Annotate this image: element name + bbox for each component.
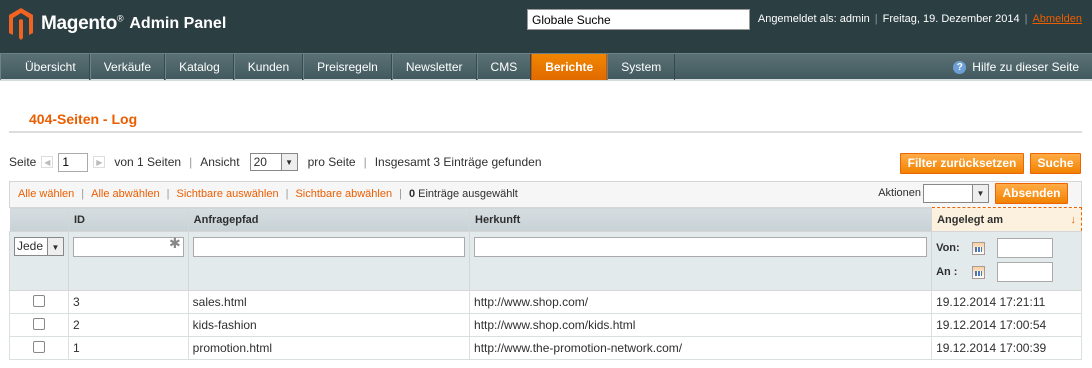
per-page-select[interactable]: 20 ▼	[249, 153, 298, 171]
header-user-info: Angemeldet als: admin | Freitag, 19. Dezem…	[757, 13, 1082, 25]
unselect-visible-link[interactable]: Sichtbare abwählen	[295, 188, 392, 200]
table-row[interactable]: 3 sales.html http://www.shop.com/ 19.12.…	[9, 290, 1082, 314]
row-created: 19.12.2014 17:00:39	[931, 336, 1082, 360]
row-checkbox[interactable]	[33, 340, 45, 353]
path-filter-input[interactable]	[192, 237, 466, 257]
logged-in-label: Angemeldet als: admin	[757, 13, 870, 25]
pager: Seite ◀ ▶ von 1 Seiten | Ansicht 20 ▼ pro…	[9, 152, 869, 172]
massaction-filter-select[interactable]: Jede ▼	[14, 237, 64, 256]
magento-logo[interactable]: Magento® Admin Panel	[9, 8, 226, 40]
page-title: 404-Seiten - Log	[29, 111, 138, 127]
help-icon: ?	[953, 60, 967, 74]
magento-logo-icon	[9, 8, 33, 40]
title-divider	[9, 131, 1082, 133]
global-search-input[interactable]	[527, 9, 750, 30]
help-link[interactable]: ? Hilfe zu dieser Seite	[953, 54, 1079, 80]
reset-filter-button[interactable]: Filter zurücksetzen	[900, 153, 1024, 174]
nav-item-reports[interactable]: Berichte	[531, 54, 608, 80]
column-header-path[interactable]: Anfragepfad	[187, 207, 471, 232]
calendar-icon[interactable]	[972, 241, 986, 255]
logo-subtitle: Admin Panel	[129, 15, 227, 32]
nav-item-customers[interactable]: Kunden	[233, 54, 304, 80]
total-records: Insgesamt 3 Einträge gefunden	[374, 155, 542, 169]
date-from-input[interactable]	[997, 238, 1054, 258]
column-header-checkbox	[9, 207, 69, 232]
logout-link[interactable]: Abmelden	[1032, 13, 1082, 25]
row-id: 1	[68, 336, 189, 360]
nav-item-newsletter[interactable]: Newsletter	[391, 54, 477, 80]
asterisk-icon: ✱	[168, 235, 181, 251]
search-button[interactable]: Suche	[1030, 153, 1081, 174]
page-label: Seite	[9, 155, 37, 169]
unselect-all-link[interactable]: Alle abwählen	[91, 188, 160, 200]
row-path: kids-fashion	[187, 313, 471, 337]
page-count: von 1 Seiten	[114, 155, 182, 169]
date-from-label: Von:	[936, 242, 960, 254]
help-label: Hilfe zu dieser Seite	[972, 60, 1079, 74]
chevron-down-icon: ▼	[280, 154, 297, 170]
filter-row: Jede ▼ ✱ Von: An :	[9, 231, 1082, 291]
logo-text: Magento®	[41, 13, 124, 34]
actions-select[interactable]: ▼	[923, 184, 989, 203]
nav-item-sales[interactable]: Verkäufe	[89, 54, 166, 80]
row-referer: http://www.the-promotion-network.com/	[469, 336, 933, 360]
view-label: Ansicht	[200, 155, 240, 169]
nav-item-catalog[interactable]: Katalog	[165, 54, 234, 80]
column-header-created[interactable]: Angelegt am ↓	[931, 207, 1082, 232]
selected-count: 0 Einträge ausgewählt	[408, 188, 518, 200]
row-referer: http://www.shop.com/	[469, 290, 933, 314]
column-header-referer[interactable]: Herkunft	[469, 207, 933, 232]
row-checkbox[interactable]	[33, 317, 45, 330]
prev-page-icon[interactable]: ◀	[41, 156, 54, 168]
column-header-id[interactable]: ID	[68, 207, 189, 232]
actions-label: Aktionen	[878, 187, 921, 199]
divider: |	[189, 155, 193, 169]
main-navigation: Übersicht Verkäufe Katalog Kunden Preisr…	[0, 53, 1092, 81]
row-id: 3	[68, 290, 189, 314]
massaction-bar: Alle wählen | Alle abwählen | Sichtbare au…	[9, 181, 1082, 207]
divider: |	[363, 155, 367, 169]
table-row[interactable]: 1 promotion.html http://www.the-promotio…	[9, 336, 1082, 360]
date-to-input[interactable]	[997, 262, 1054, 282]
chevron-down-icon: ▼	[972, 185, 988, 202]
page-number-input[interactable]	[58, 152, 89, 172]
nav-item-system[interactable]: System	[607, 54, 676, 80]
date-to-label: An :	[936, 266, 958, 278]
current-date: Freitag, 19. Dezember 2014	[882, 13, 1020, 25]
select-all-link[interactable]: Alle wählen	[18, 188, 74, 200]
calendar-icon[interactable]	[972, 265, 986, 279]
row-id: 2	[68, 313, 189, 337]
next-page-icon[interactable]: ▶	[93, 156, 106, 168]
select-visible-link[interactable]: Sichtbare auswählen	[176, 188, 278, 200]
nav-item-cms[interactable]: CMS	[476, 54, 532, 80]
log-grid: ID Anfragepfad Herkunft Angelegt am ↓ Jed…	[9, 207, 1082, 360]
row-path: promotion.html	[187, 336, 471, 360]
submit-button[interactable]: Absenden	[995, 183, 1068, 204]
table-row[interactable]: 2 kids-fashion http://www.shop.com/kids.…	[9, 313, 1082, 337]
id-filter-input[interactable]	[73, 237, 184, 257]
row-path: sales.html	[187, 290, 471, 314]
row-checkbox[interactable]	[33, 294, 45, 307]
referer-filter-input[interactable]	[474, 237, 928, 257]
sort-desc-icon: ↓	[1070, 213, 1077, 226]
nav-item-overview[interactable]: Übersicht	[0, 54, 90, 80]
per-page-label: pro Seite	[307, 155, 356, 169]
row-referer: http://www.shop.com/kids.html	[469, 313, 933, 337]
row-created: 19.12.2014 17:00:54	[931, 313, 1082, 337]
header: Magento® Admin Panel Angemeldet als: adm…	[0, 0, 1092, 53]
per-page-value: 20	[253, 155, 267, 169]
nav-item-promotions[interactable]: Preisregeln	[303, 54, 392, 80]
row-created: 19.12.2014 17:21:11	[931, 290, 1082, 314]
chevron-down-icon: ▼	[47, 238, 63, 255]
